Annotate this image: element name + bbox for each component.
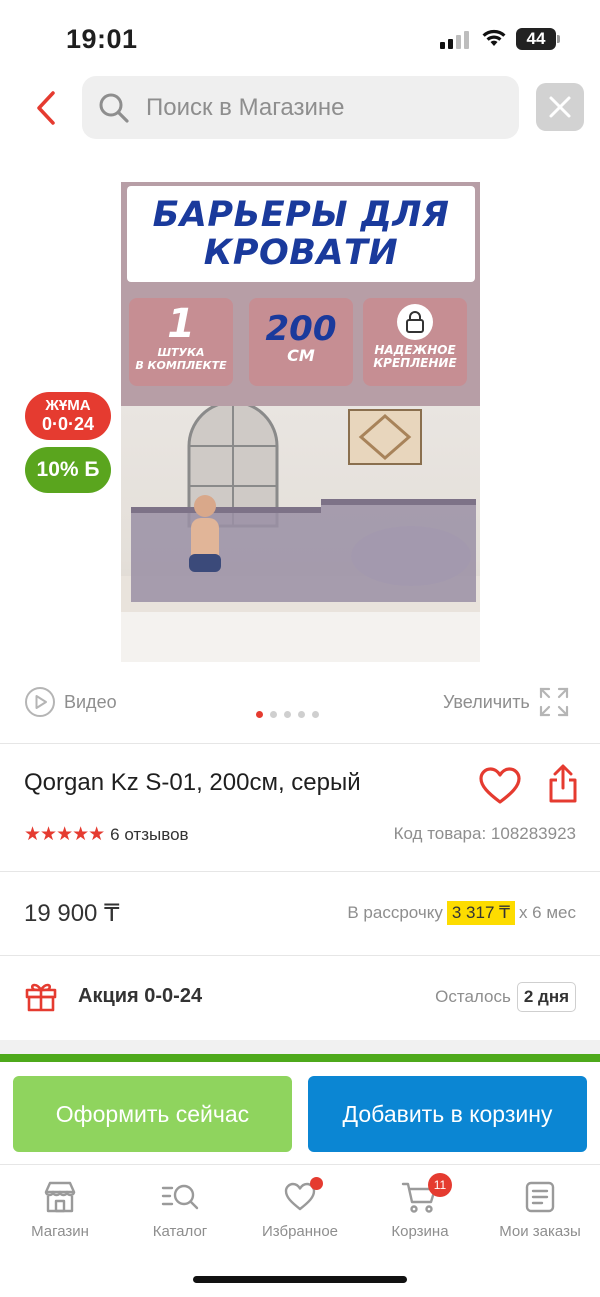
- search-bar[interactable]: [82, 76, 519, 139]
- rating[interactable]: ★★★★★ 6 отзывов: [24, 823, 189, 846]
- image-banner-line1: БАРЬЕРЫ ДЛЯ: [152, 195, 450, 235]
- promo-label: Акция 0-0-24: [78, 984, 203, 1007]
- tab-favorites-label: Избранное: [261, 1223, 339, 1240]
- image-card-length: 200 СМ: [249, 298, 353, 386]
- installment-prefix: В рассрочку: [347, 903, 443, 922]
- image-card-mount-text2: КРЕПЛЕНИЕ: [373, 356, 457, 370]
- image-card-length-value: 200: [265, 309, 337, 349]
- image-room-photo: [121, 400, 480, 662]
- tab-orders[interactable]: Мои заказы: [480, 1177, 600, 1240]
- remaining-value: 2 дня: [516, 982, 576, 1012]
- product-title: Qorgan Kz S-01, 200см, серый: [24, 769, 361, 796]
- play-icon: [25, 687, 55, 717]
- divider: [0, 955, 600, 956]
- promo-row[interactable]: Акция 0-0-24: [24, 979, 202, 1013]
- pagination-dot[interactable]: [312, 711, 319, 718]
- reviews-link[interactable]: 6 отзывов: [110, 825, 188, 845]
- image-banner-line2: КРОВАТИ: [203, 233, 399, 273]
- expand-icon: [539, 687, 568, 717]
- cashback-badge: 10% Б: [25, 447, 111, 493]
- divider: [0, 871, 600, 872]
- battery-tip: [557, 35, 560, 43]
- remaining-label: Осталось: [435, 987, 511, 1006]
- juma-badge-value: 0·0·24: [41, 414, 95, 434]
- share-button[interactable]: [546, 764, 580, 804]
- lock-icon: [397, 304, 433, 340]
- orders-icon: [480, 1177, 600, 1217]
- tab-orders-label: Мои заказы: [499, 1223, 581, 1240]
- status-time: 19:01: [66, 24, 138, 54]
- close-icon: [549, 96, 571, 118]
- installment-info[interactable]: В рассрочку 3 317 ₸ x 6 мес: [347, 901, 576, 925]
- image-pagination[interactable]: [256, 711, 319, 718]
- image-card-quantity-text2: В КОМПЛЕКТЕ: [135, 359, 227, 372]
- battery-icon: 44: [516, 28, 556, 50]
- image-card-length-unit: СМ: [287, 346, 315, 365]
- product-image[interactable]: БАРЬЕРЫ ДЛЯ КРОВАТИ 1 ШТУКА В КОМПЛЕКТЕ …: [121, 182, 480, 662]
- promo-remaining: Осталось 2 дня: [435, 982, 576, 1012]
- add-to-cart-button[interactable]: Добавить в корзину: [308, 1076, 587, 1152]
- tab-cart[interactable]: 11 Корзина: [360, 1173, 480, 1240]
- signal-icon: [440, 31, 470, 49]
- chevron-left-icon: [37, 91, 55, 125]
- catalog-icon: [120, 1177, 240, 1217]
- cart-count-badge: 11: [428, 1173, 452, 1197]
- divider: [0, 743, 600, 744]
- home-indicator: [193, 1276, 407, 1283]
- favorite-button[interactable]: [478, 766, 522, 806]
- pagination-dot[interactable]: [284, 711, 291, 718]
- tab-catalog-label: Каталог: [152, 1223, 208, 1240]
- status-bar: 19:01 44: [0, 0, 600, 80]
- search-icon: [96, 90, 132, 126]
- rating-stars: ★★★★★: [24, 824, 105, 845]
- image-card-quantity: 1 ШТУКА В КОМПЛЕКТЕ: [129, 298, 233, 386]
- tab-cart-label: Корзина: [391, 1223, 449, 1240]
- pagination-dot[interactable]: [256, 711, 263, 718]
- installment-suffix: x 6 мес: [518, 903, 576, 922]
- heart-icon: [479, 767, 521, 804]
- green-accent-line: [0, 1054, 600, 1062]
- product-price: 19 900 ₸: [24, 900, 120, 927]
- wifi-icon: [481, 28, 507, 53]
- image-card-quantity-text1: ШТУКА: [157, 346, 205, 359]
- juma-badge: ЖҰМА 0·0·24: [25, 392, 111, 440]
- product-sku: Код товара: 108283923: [393, 824, 576, 843]
- tab-favorites[interactable]: Избранное: [240, 1177, 360, 1240]
- back-button[interactable]: [28, 86, 64, 130]
- checkout-now-button[interactable]: Оформить сейчас: [13, 1076, 292, 1152]
- search-input[interactable]: [146, 93, 486, 122]
- pagination-dot[interactable]: [270, 711, 277, 718]
- tab-catalog[interactable]: Каталог: [120, 1177, 240, 1240]
- tab-store-label: Магазин: [31, 1223, 89, 1240]
- pagination-dot[interactable]: [298, 711, 305, 718]
- store-icon: [0, 1177, 120, 1217]
- share-icon: [549, 764, 577, 803]
- heart-icon: [240, 1177, 360, 1217]
- image-card-quantity-value: 1: [167, 301, 195, 347]
- installment-amount: 3 317 ₸: [446, 901, 515, 925]
- zoom-button[interactable]: Увеличить: [443, 686, 570, 718]
- image-banner: БАРЬЕРЫ ДЛЯ КРОВАТИ: [127, 186, 475, 282]
- close-button[interactable]: [536, 83, 584, 131]
- section-separator: [0, 1040, 600, 1054]
- video-label: Видео: [64, 691, 117, 712]
- gift-icon: [25, 983, 57, 1012]
- tab-store[interactable]: Магазин: [0, 1177, 120, 1240]
- cart-icon: 11: [360, 1173, 480, 1217]
- video-button[interactable]: Видео: [24, 686, 117, 718]
- juma-badge-label: ЖҰМА: [45, 397, 91, 414]
- favorites-indicator: [310, 1177, 323, 1190]
- image-card-mount: НАДЕЖНОЕ КРЕПЛЕНИЕ: [363, 298, 467, 386]
- zoom-label: Увеличить: [443, 691, 530, 712]
